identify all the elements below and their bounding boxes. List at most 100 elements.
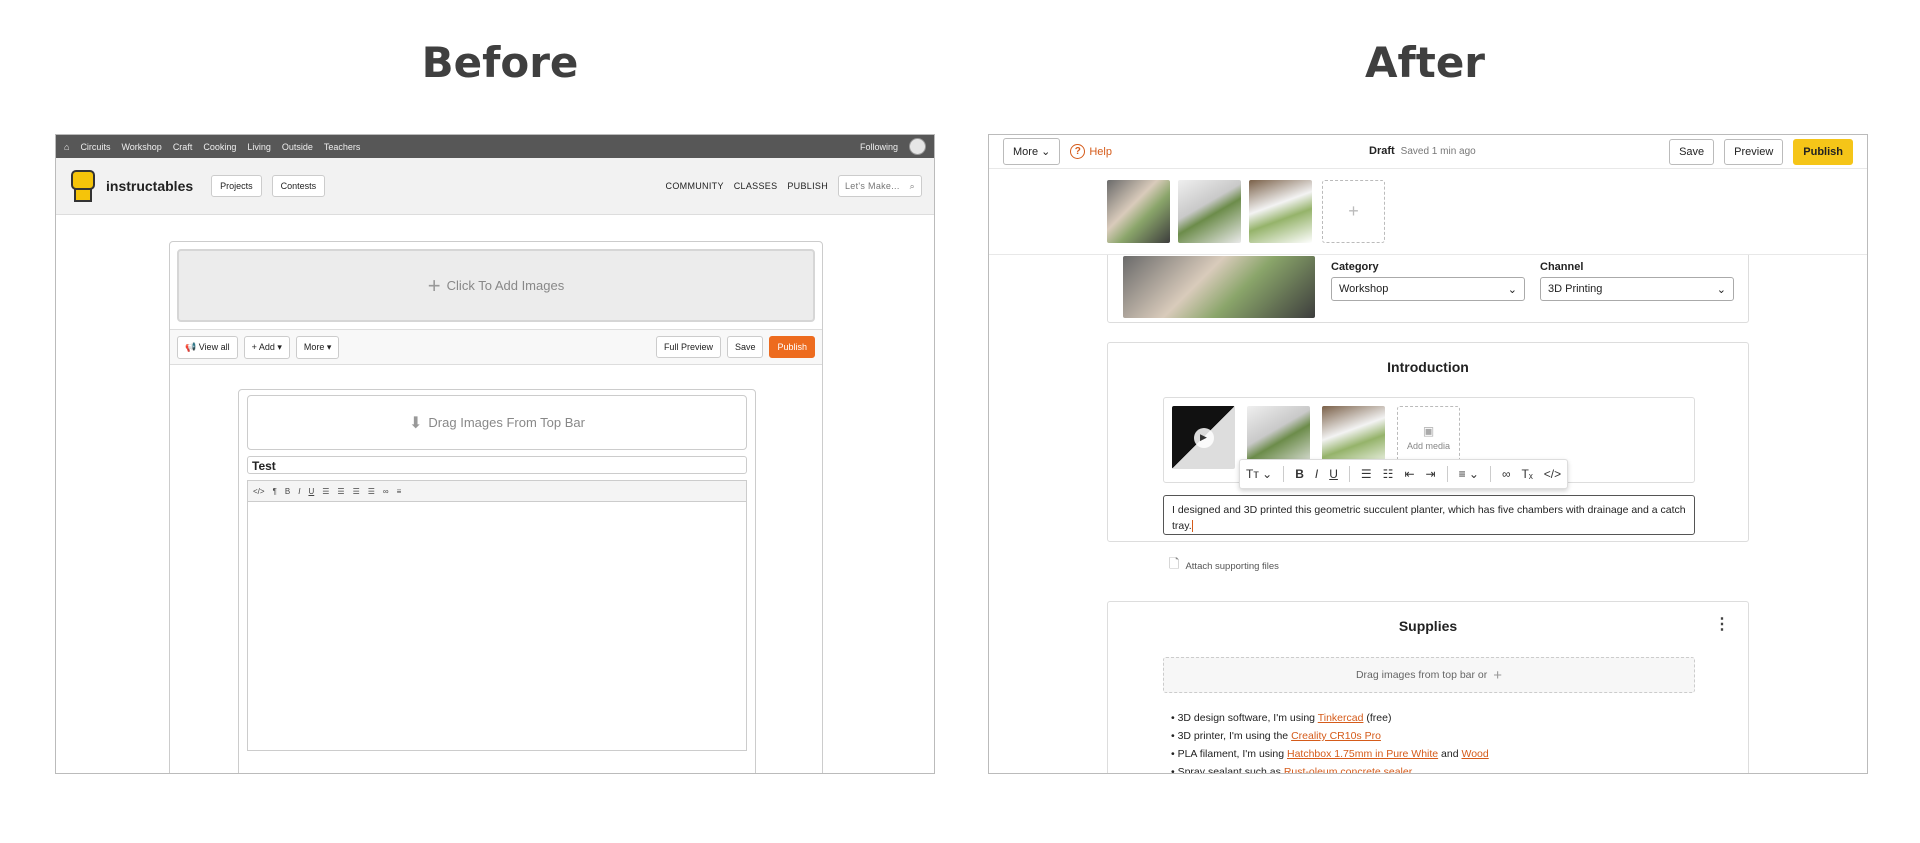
- add-image-button[interactable]: +: [1322, 180, 1385, 243]
- add-images-area[interactable]: + Click To Add Images: [177, 249, 815, 322]
- publish-button[interactable]: Publish: [769, 336, 815, 358]
- logo-text[interactable]: instructables: [106, 178, 193, 194]
- nav-cooking[interactable]: Cooking: [203, 142, 236, 152]
- link-icon[interactable]: ∞: [1502, 467, 1511, 481]
- classes-link[interactable]: CLASSES: [734, 181, 778, 191]
- introduction-text[interactable]: I designed and 3D printed this geometric…: [1163, 495, 1695, 535]
- underline-icon[interactable]: U: [308, 487, 314, 496]
- kebab-menu-icon[interactable]: ⋮: [1714, 614, 1730, 634]
- drag-images-area[interactable]: ⬇ Drag Images From Top Bar: [247, 395, 747, 450]
- outdent-icon[interactable]: ⇤: [1404, 467, 1414, 481]
- tray-image[interactable]: [1107, 180, 1170, 243]
- bold-icon[interactable]: B: [1295, 467, 1304, 481]
- number-list-icon[interactable]: ☷: [1383, 467, 1394, 481]
- align-icon[interactable]: ≡: [397, 487, 402, 496]
- step-editor: ⬇ Drag Images From Top Bar Test </> ¶ B I…: [238, 389, 756, 773]
- nav-teachers[interactable]: Teachers: [324, 142, 361, 152]
- nav-outside[interactable]: Outside: [282, 142, 313, 152]
- avatar[interactable]: [909, 138, 926, 155]
- step-title-input[interactable]: Test: [247, 456, 747, 474]
- community-link[interactable]: COMMUNITY: [666, 181, 724, 191]
- category-field: Category Workshop ⌄: [1331, 261, 1525, 301]
- clear-format-icon[interactable]: Tₓ: [1522, 467, 1533, 481]
- nav-workshop[interactable]: Workshop: [121, 142, 161, 152]
- more-dropdown[interactable]: More ⌄: [1003, 138, 1061, 165]
- wood-link[interactable]: Wood: [1462, 748, 1489, 760]
- tinkercad-link[interactable]: Tinkercad: [1318, 712, 1364, 724]
- editor-panel: + Click To Add Images 📢 View all + Add ▾ …: [169, 241, 823, 773]
- before-screenshot: ⌂ Circuits Workshop Craft Cooking Living…: [55, 134, 935, 774]
- underline-icon[interactable]: U: [1329, 467, 1338, 481]
- plus-icon[interactable]: +: [1493, 667, 1502, 684]
- home-icon[interactable]: ⌂: [64, 142, 69, 152]
- list-item: • 3D design software, I'm using Tinkerca…: [1171, 712, 1392, 724]
- channel-field: Channel 3D Printing ⌄: [1540, 261, 1734, 301]
- paragraph-icon[interactable]: ¶: [273, 487, 277, 496]
- projects-button[interactable]: Projects: [211, 175, 262, 197]
- indent-icon[interactable]: ☰: [368, 487, 375, 496]
- introduction-title: Introduction: [1387, 359, 1469, 375]
- supplies-drag-area[interactable]: Drag images from top bar or +: [1163, 657, 1695, 693]
- nav-living[interactable]: Living: [247, 142, 271, 152]
- supplies-card: Supplies ⋮ Drag images from top bar or + …: [1107, 601, 1749, 773]
- publish-link[interactable]: PUBLISH: [787, 181, 828, 191]
- search-input[interactable]: Let's Make... ⌕: [838, 175, 922, 197]
- sealer-link[interactable]: Rust-oleum concrete sealer: [1284, 766, 1412, 773]
- video-thumbnail[interactable]: ▶: [1172, 406, 1235, 469]
- following-link[interactable]: Following: [860, 142, 898, 152]
- list-item: • PLA filament, I'm using Hatchbox 1.75m…: [1171, 748, 1489, 760]
- attach-files-link[interactable]: 🗋 Attach supporting files: [1169, 555, 1279, 577]
- cover-image[interactable]: [1123, 256, 1315, 318]
- more-button[interactable]: More ▾: [295, 335, 340, 359]
- italic-icon[interactable]: I: [298, 487, 300, 496]
- richtext-body[interactable]: [247, 501, 747, 751]
- code-icon[interactable]: </>: [253, 487, 265, 496]
- after-screenshot: More ⌄ ? Help Draft Saved 1 min ago Save P…: [988, 134, 1868, 774]
- draft-status: Draft Saved 1 min ago: [1369, 145, 1476, 157]
- hatchbox-link[interactable]: Hatchbox 1.75mm in Pure White: [1287, 748, 1438, 760]
- robot-logo-icon[interactable]: [68, 164, 98, 208]
- category-select[interactable]: Workshop ⌄: [1331, 277, 1525, 301]
- align-icon[interactable]: ≡ ⌄: [1459, 467, 1479, 481]
- help-icon: ?: [1070, 144, 1086, 159]
- creality-link[interactable]: Creality CR10s Pro: [1291, 730, 1381, 742]
- help-link[interactable]: ? Help: [1070, 144, 1112, 159]
- supplies-list: • 3D design software, I'm using Tinkerca…: [1171, 709, 1489, 773]
- introduction-card: Introduction ▶ ▣ Add media Tт ⌄ B I U ☰ ☷…: [1107, 342, 1749, 542]
- code-icon[interactable]: </>: [1544, 467, 1561, 481]
- chevron-down-icon: ⌄: [1716, 283, 1726, 296]
- tray-image[interactable]: [1249, 180, 1312, 243]
- outdent-icon[interactable]: ☰: [353, 487, 360, 496]
- full-preview-button[interactable]: Full Preview: [655, 336, 721, 358]
- preview-button[interactable]: Preview: [1724, 138, 1784, 165]
- indent-icon[interactable]: ⇥: [1426, 467, 1436, 481]
- bold-icon[interactable]: B: [285, 487, 290, 496]
- file-icon: 🗋: [1169, 556, 1180, 571]
- search-icon[interactable]: ⌕: [910, 181, 915, 192]
- view-all-button[interactable]: 📢 View all: [177, 335, 238, 359]
- nav-circuits[interactable]: Circuits: [80, 142, 110, 152]
- list-item: • 3D printer, I'm using the Creality CR1…: [1171, 730, 1381, 742]
- publish-button[interactable]: Publish: [1793, 138, 1853, 165]
- italic-icon[interactable]: I: [1315, 467, 1318, 481]
- bullet-list-icon[interactable]: ☰: [1361, 467, 1372, 481]
- play-icon[interactable]: ▶: [1193, 427, 1214, 448]
- channel-select[interactable]: 3D Printing ⌄: [1540, 277, 1734, 301]
- contests-button[interactable]: Contests: [271, 175, 326, 197]
- bullet-list-icon[interactable]: ☰: [322, 487, 329, 496]
- richtext-toolbar: </> ¶ B I U ☰ ☰ ☰ ☰ ∞ ≡: [247, 480, 747, 501]
- save-button[interactable]: Save: [726, 336, 764, 358]
- supplies-title: Supplies: [1398, 618, 1458, 634]
- image-icon: ▣: [1422, 424, 1435, 438]
- after-heading: After: [1364, 38, 1486, 87]
- link-icon[interactable]: ∞: [383, 487, 389, 496]
- add-button[interactable]: + Add ▾: [243, 335, 290, 359]
- save-button[interactable]: Save: [1669, 138, 1715, 165]
- editor-toolbar: 📢 View all + Add ▾ More ▾ Full Preview S…: [170, 329, 822, 365]
- nav-craft[interactable]: Craft: [173, 142, 193, 152]
- number-list-icon[interactable]: ☰: [337, 487, 344, 496]
- format-toolbar: Tт ⌄ B I U ☰ ☷ ⇤ ⇥ ≡ ⌄ ∞ Tₓ </>: [1239, 459, 1569, 489]
- text-size-icon[interactable]: Tт ⌄: [1246, 467, 1272, 481]
- before-heading: Before: [421, 38, 579, 87]
- tray-image[interactable]: [1178, 180, 1241, 243]
